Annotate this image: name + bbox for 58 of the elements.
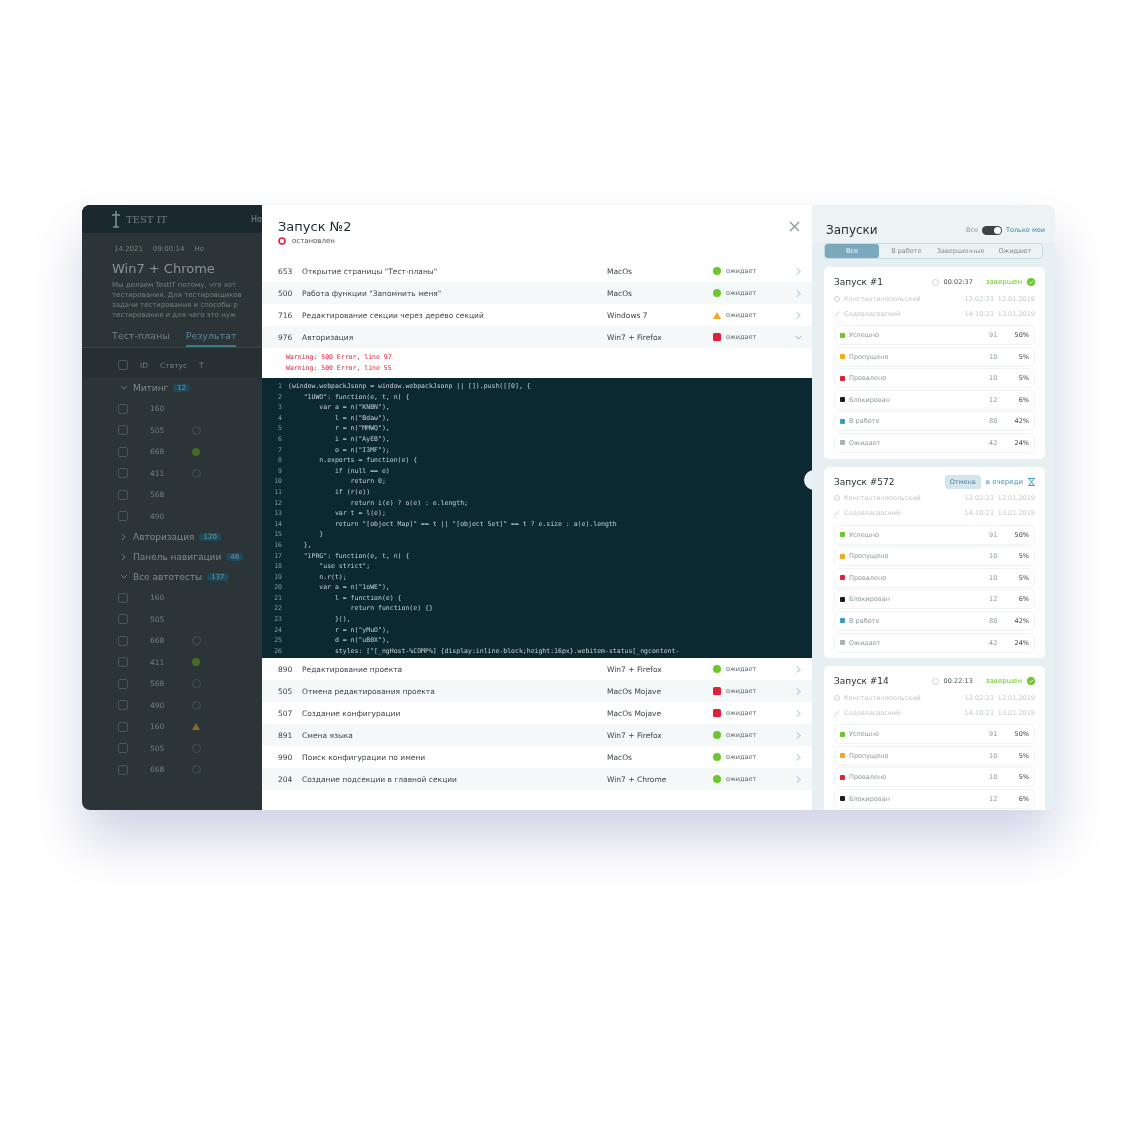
chevron-icon[interactable] — [795, 753, 802, 761]
check-icon — [1027, 278, 1035, 286]
checkbox[interactable] — [118, 360, 128, 370]
caret-icon[interactable] — [120, 384, 128, 392]
checkbox[interactable] — [118, 657, 128, 668]
stop-icon — [278, 237, 286, 245]
group-name[interactable]: Авторизация — [133, 532, 195, 542]
hourglass-icon — [1028, 477, 1035, 486]
checkbox[interactable] — [118, 635, 128, 646]
tab[interactable]: Тест-планы — [112, 330, 170, 347]
checkbox[interactable] — [118, 721, 128, 732]
chevron-icon[interactable] — [795, 775, 802, 783]
caret-icon[interactable] — [120, 553, 128, 561]
checkbox[interactable] — [118, 511, 128, 522]
checkbox[interactable] — [118, 592, 128, 603]
close-icon[interactable] — [789, 221, 800, 232]
check-icon — [1027, 677, 1035, 686]
chevron-icon[interactable] — [795, 665, 802, 673]
chevron-icon[interactable] — [795, 687, 802, 695]
checkbox[interactable] — [118, 743, 128, 754]
user-icon — [834, 694, 840, 701]
clock-icon — [931, 278, 939, 286]
logo-text: TEST IT — [126, 213, 168, 225]
chevron-icon[interactable] — [795, 267, 802, 275]
edit-icon — [834, 510, 840, 517]
header-link[interactable]: Но — [251, 214, 262, 224]
user-icon — [834, 295, 840, 302]
dialog-title: Запуск №2 — [278, 219, 352, 234]
run-title: Запуск #14 — [834, 676, 890, 687]
group-name[interactable]: Все автотесты — [133, 572, 203, 582]
edit-icon — [834, 709, 840, 716]
chevron-icon[interactable] — [795, 731, 802, 739]
group-name[interactable]: Митинг — [133, 383, 169, 393]
clock-icon — [931, 677, 939, 685]
chevron-icon[interactable] — [795, 333, 802, 341]
logo-icon — [110, 210, 122, 228]
caret-icon[interactable] — [120, 533, 128, 541]
chevron-icon[interactable] — [795, 709, 802, 717]
checkbox[interactable] — [118, 403, 128, 414]
checkbox[interactable] — [118, 489, 128, 500]
run-title: Запуск #572 — [834, 476, 896, 487]
checkbox[interactable] — [118, 614, 128, 625]
toggle-switch[interactable] — [982, 225, 1002, 235]
checkbox[interactable] — [118, 446, 128, 457]
group-name[interactable]: Панель навигации — [133, 552, 222, 562]
run-title: Запуск #1 — [834, 277, 884, 287]
user-icon — [834, 495, 840, 502]
chevron-icon[interactable] — [795, 311, 802, 319]
checkbox[interactable] — [118, 700, 128, 711]
project-title: Win7 + Chrome — [111, 260, 216, 276]
checkbox[interactable] — [118, 678, 128, 689]
caret-icon[interactable] — [120, 573, 128, 581]
checkbox[interactable] — [118, 468, 128, 479]
chevron-icon[interactable] — [795, 289, 802, 297]
checkbox[interactable] — [118, 425, 128, 436]
edit-icon — [834, 310, 840, 317]
panel-title: Запуски — [826, 223, 878, 237]
checkbox[interactable] — [118, 764, 128, 775]
